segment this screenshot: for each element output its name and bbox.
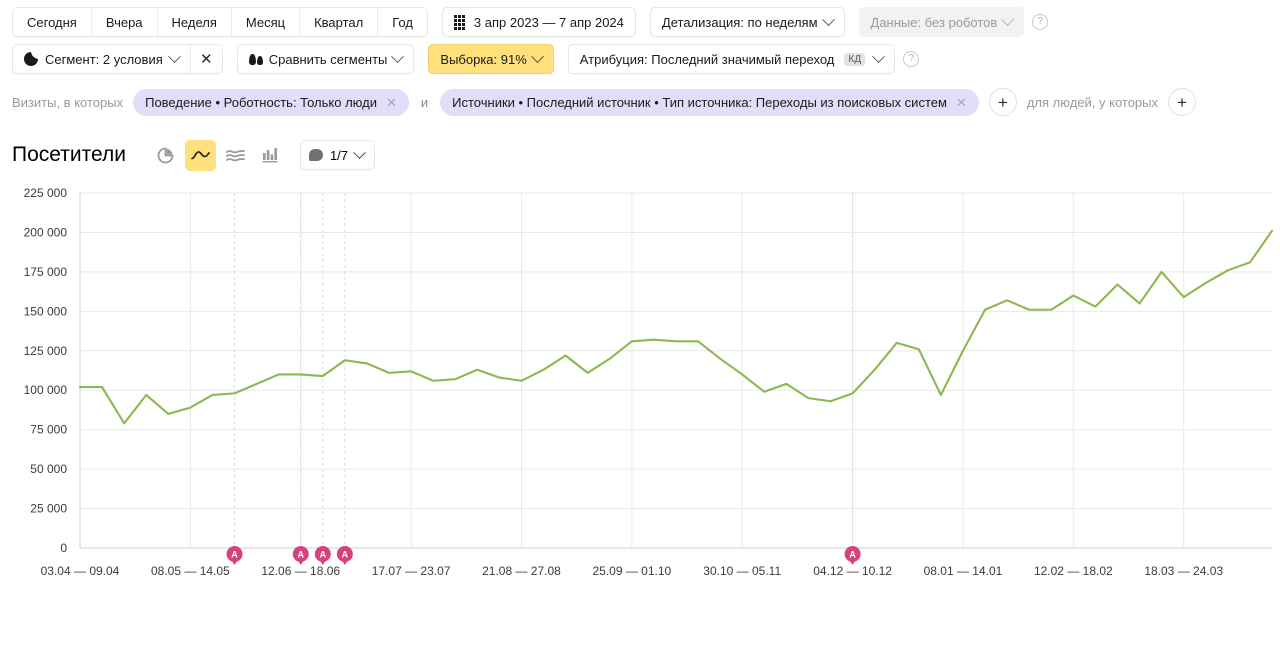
svg-text:12.06 — 18.06: 12.06 — 18.06	[261, 564, 340, 578]
svg-text:A: A	[231, 550, 238, 560]
chart-annotation-pins[interactable]: AAAAA	[226, 546, 861, 565]
detalization-dropdown[interactable]: Детализация: по неделям	[649, 7, 845, 37]
plus-icon: +	[1177, 92, 1187, 112]
segment-dropdown[interactable]: Сегмент: 2 условия	[13, 45, 190, 73]
svg-text:0: 0	[60, 541, 67, 555]
chart-comments-dropdown[interactable]: 1/7	[299, 140, 376, 170]
close-icon[interactable]: ✕	[956, 96, 967, 109]
series-line-visitors	[78, 229, 1274, 425]
calendar-grid-icon	[453, 15, 468, 30]
date-range-picker[interactable]: 3 апр 2023 — 7 апр 2024	[441, 7, 636, 37]
condition-chip-label: Источники • Последний источник • Тип ист…	[452, 94, 947, 110]
period-button-year[interactable]: Год	[378, 8, 427, 36]
svg-text:17.07 — 23.07: 17.07 — 23.07	[372, 564, 451, 578]
detalization-label: Детализация: по неделям	[661, 14, 818, 30]
sampling-label: Выборка: 91%	[440, 51, 527, 67]
horizontal-gridlines	[80, 192, 1272, 549]
attribution-badge: КД	[844, 52, 866, 66]
x-axis-tick-labels: 03.04 — 09.04 08.05 — 14.05 12.06 — 18.06 1…	[41, 564, 1224, 578]
visitors-line-chart[interactable]: 0 25 000 50 000 75 000 100 000 125 000 150 000…	[0, 178, 1280, 588]
condition-chip-traffic-source[interactable]: Источники • Последний источник • Тип ист…	[440, 88, 979, 116]
svg-text:A: A	[849, 550, 856, 560]
vertical-gridlines	[79, 193, 1185, 548]
period-button-yesterday[interactable]: Вчера	[91, 8, 158, 36]
period-button-week[interactable]: Неделя	[157, 8, 232, 36]
compare-segments-dropdown[interactable]: Сравнить сегменты	[236, 44, 415, 74]
chevron-down-icon	[872, 49, 886, 63]
plus-icon: +	[997, 92, 1008, 112]
segment-clear-button[interactable]: ✕	[189, 45, 222, 73]
axis-lines	[79, 193, 1272, 549]
period-toolbar: Сегодня Вчера Неделя Месяц Квартал Год 3…	[0, 0, 1280, 38]
svg-text:200 000: 200 000	[24, 225, 68, 239]
sampling-dropdown[interactable]: Выборка: 91%	[428, 44, 554, 74]
segment-toolbar: Сегмент: 2 условия ✕ Сравнить сегменты В…	[0, 38, 1280, 80]
people-conditions-label: для людей, у которых	[1026, 94, 1159, 110]
svg-text:03.04 — 09.04: 03.04 — 09.04	[41, 564, 120, 578]
svg-text:30.10 — 05.11: 30.10 — 05.11	[703, 564, 781, 578]
two-drops-icon	[248, 53, 263, 65]
svg-text:12.02 — 18.02: 12.02 — 18.02	[1034, 564, 1113, 578]
svg-text:175 000: 175 000	[24, 265, 68, 279]
page-title: Посетители	[12, 143, 126, 166]
close-icon: ✕	[199, 50, 213, 68]
chevron-down-icon	[530, 49, 544, 63]
svg-text:08.01 — 14.01: 08.01 — 14.01	[924, 564, 1003, 578]
chart-canvas: 0 25 000 50 000 75 000 100 000 125 000 150 000…	[24, 186, 1274, 578]
period-button-month[interactable]: Месяц	[231, 8, 301, 36]
svg-text:125 000: 125 000	[24, 344, 68, 358]
period-button-today[interactable]: Сегодня	[13, 8, 92, 36]
chevron-down-icon	[167, 49, 181, 63]
period-button-quarter[interactable]: Квартал	[300, 8, 379, 36]
svg-text:25.09 — 01.10: 25.09 — 01.10	[592, 564, 671, 578]
pie-chart-icon	[24, 51, 39, 66]
bar-chart-view-icon[interactable]	[255, 140, 286, 171]
chevron-down-icon	[391, 49, 405, 63]
attribution-label: Атрибуция: Последний значимый переход	[579, 51, 835, 67]
pie-chart-view-icon[interactable]	[150, 140, 181, 171]
svg-text:100 000: 100 000	[24, 383, 68, 397]
svg-text:150 000: 150 000	[24, 304, 68, 318]
conditions-bar: Визиты, в которых Поведение • Роботность…	[0, 80, 1280, 124]
attribution-help-icon[interactable]: ?	[903, 51, 920, 67]
svg-text:A: A	[297, 550, 304, 560]
svg-text:A: A	[320, 550, 327, 560]
chart-header: Посетители 1/7	[0, 132, 1280, 178]
data-mode-dropdown[interactable]: Данные: без роботов	[858, 7, 1025, 37]
svg-text:25 000: 25 000	[30, 502, 67, 516]
svg-text:04.12 — 10.12: 04.12 — 10.12	[813, 564, 892, 578]
conditions-prefix-label: Визиты, в которых	[12, 94, 124, 110]
svg-text:08.05 — 14.05: 08.05 — 14.05	[151, 564, 230, 578]
conditions-conjunction-label: и	[420, 94, 429, 110]
compare-segments-label: Сравнить сегменты	[268, 51, 388, 67]
line-chart-view-icon[interactable]	[184, 139, 216, 171]
period-button-group[interactable]: Сегодня Вчера Неделя Месяц Квартал Год	[12, 7, 428, 37]
chevron-down-icon	[353, 145, 366, 159]
svg-text:21.08 — 27.08: 21.08 — 27.08	[482, 564, 561, 578]
svg-text:A: A	[342, 550, 349, 560]
y-axis-tick-labels: 0 25 000 50 000 75 000 100 000 125 000 150 000…	[24, 186, 68, 555]
chart-comments-label: 1/7	[329, 147, 349, 163]
condition-chip-robotness[interactable]: Поведение • Роботность: Только люди ✕	[133, 88, 409, 116]
area-chart-view-icon[interactable]	[220, 140, 251, 171]
svg-text:75 000: 75 000	[30, 423, 67, 437]
add-people-condition-button[interactable]: +	[1168, 88, 1197, 116]
svg-text:50 000: 50 000	[30, 462, 67, 476]
add-visit-condition-button[interactable]: +	[988, 88, 1017, 116]
svg-text:225 000: 225 000	[24, 186, 68, 200]
condition-chip-label: Поведение • Роботность: Только люди	[145, 94, 377, 110]
chevron-down-icon	[821, 12, 835, 26]
date-range-label: 3 апр 2023 — 7 апр 2024	[473, 14, 624, 30]
segment-control: Сегмент: 2 условия ✕	[12, 44, 223, 74]
data-mode-help-icon[interactable]: ?	[1032, 14, 1049, 30]
data-mode-label: Данные: без роботов	[870, 14, 998, 30]
speech-bubble-icon	[308, 149, 323, 161]
close-icon[interactable]: ✕	[386, 96, 397, 109]
attribution-dropdown[interactable]: Атрибуция: Последний значимый переход КД	[567, 44, 896, 74]
chevron-down-icon	[1001, 12, 1015, 26]
segment-label: Сегмент: 2 условия	[45, 51, 163, 67]
svg-text:18.03 — 24.03: 18.03 — 24.03	[1144, 564, 1223, 578]
